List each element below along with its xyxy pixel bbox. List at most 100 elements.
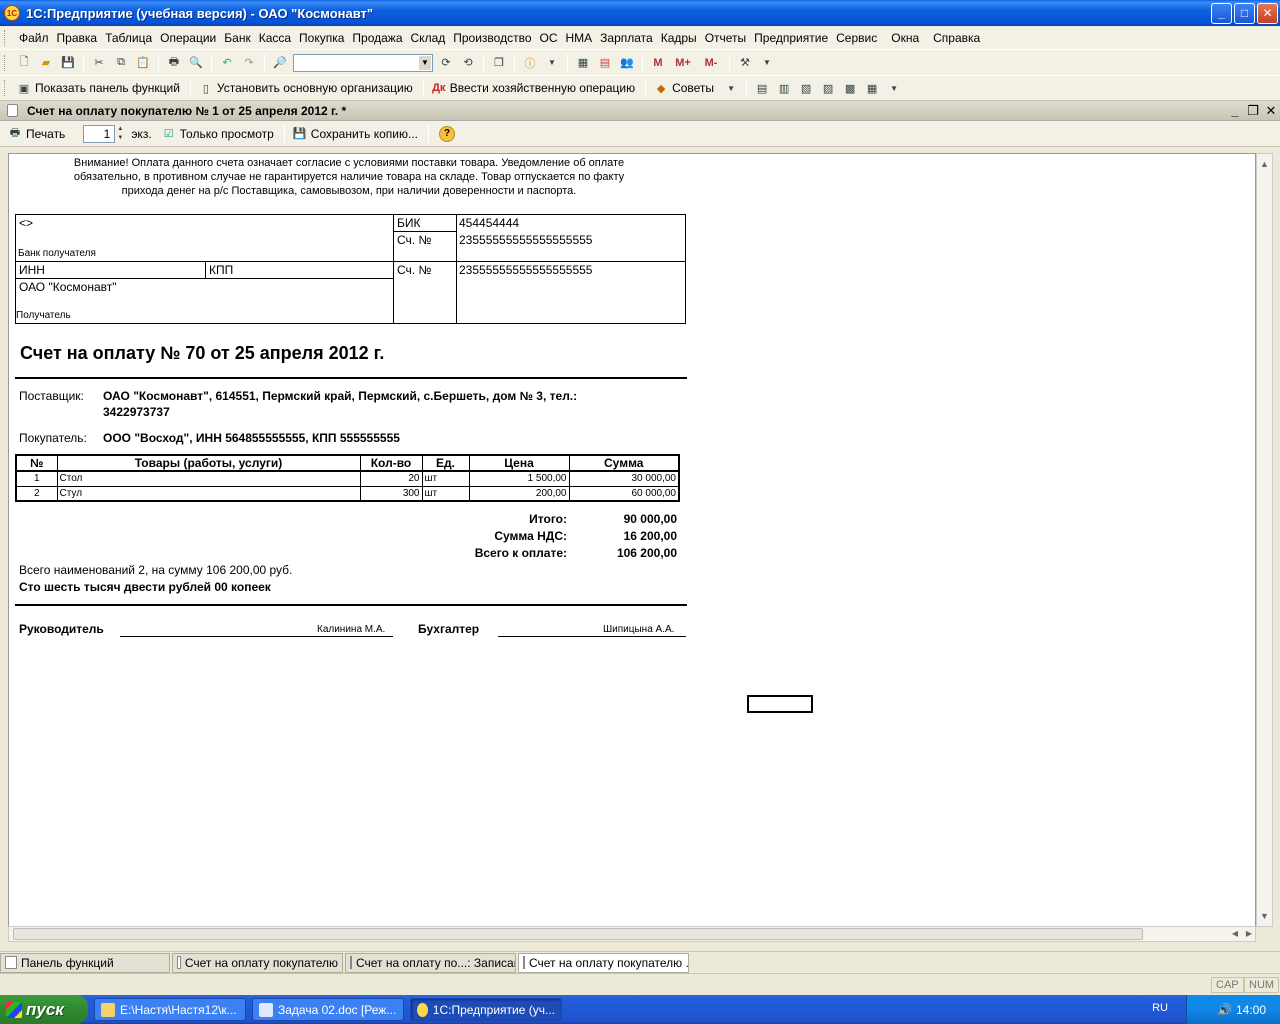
documents-icon[interactable]: ▩ [842, 80, 858, 96]
menu-operations[interactable]: Операции [156, 31, 220, 45]
menu-windows[interactable]: Окна [887, 31, 923, 45]
menu-edit[interactable]: Правка [53, 31, 102, 45]
save-copy-button[interactable]: Сохранить копию... [311, 127, 418, 141]
users-icon[interactable]: 👥 [619, 55, 635, 71]
nomenclature-icon[interactable]: ▨ [820, 80, 836, 96]
print-preview-icon[interactable]: 🔍 [188, 55, 204, 71]
tab-invoice-active[interactable]: Счет на оплату покупателю ... [518, 952, 689, 973]
window-title-bar[interactable]: 1С 1С:Предприятие (учебная версия) - ОАО… [0, 0, 1280, 26]
menu-fixed-assets[interactable]: ОС [536, 31, 562, 45]
spreadsheet-document[interactable]: Внимание! Оплата данного счета означает … [8, 153, 1256, 927]
task-explorer[interactable]: E:\Настя\Настя12\к... [94, 998, 246, 1021]
calculator-icon[interactable]: ▦ [575, 55, 591, 71]
menu-table[interactable]: Таблица [101, 31, 156, 45]
copy-icon[interactable]: ⧉ [113, 55, 129, 71]
menu-hr[interactable]: Кадры [657, 31, 701, 45]
print-icon[interactable]: 🖶 [166, 55, 182, 71]
copies-spinner[interactable]: ▲ ▼ [117, 125, 127, 143]
show-function-panel-button[interactable]: Показать панель функций [35, 81, 180, 95]
tab-function-panel[interactable]: Панель функций [0, 952, 170, 973]
menu-production[interactable]: Производство [449, 31, 535, 45]
readonly-toggle[interactable]: Только просмотр [180, 127, 274, 141]
print-button[interactable]: Печать [26, 127, 65, 141]
menu-sales[interactable]: Продажа [348, 31, 406, 45]
paste-icon[interactable]: 📋 [135, 55, 151, 71]
settings-icon[interactable]: ▦ [864, 80, 880, 96]
menu-purchase[interactable]: Покупка [295, 31, 348, 45]
menu-reports[interactable]: Отчеты [701, 31, 750, 45]
menu-warehouse[interactable]: Склад [407, 31, 450, 45]
calendar-icon[interactable]: ▤ [597, 55, 613, 71]
start-button[interactable]: пуск [0, 995, 88, 1024]
save-icon[interactable]: 💾 [60, 55, 76, 71]
tab-invoice-saved[interactable]: Счет на оплату по...: Записан [345, 952, 516, 973]
windows-icon[interactable]: ❐ [491, 55, 507, 71]
save-copy-icon[interactable]: 💾 [292, 126, 308, 142]
operation-icon[interactable]: Дк [431, 80, 447, 96]
language-indicator[interactable]: RU [1152, 1002, 1168, 1014]
selected-cell[interactable] [747, 695, 813, 713]
contractors-icon[interactable]: ▧ [798, 80, 814, 96]
memory-m-button[interactable]: M [650, 55, 666, 71]
search-icon[interactable]: 🔎 [272, 55, 288, 71]
info-icon[interactable]: ⓘ [522, 55, 538, 71]
undo-icon[interactable]: ↶ [219, 55, 235, 71]
document-title-bar[interactable]: Счет на оплату покупателю № 1 от 25 апре… [0, 101, 1280, 121]
report-icon[interactable]: ▤ [754, 80, 770, 96]
open-folder-icon[interactable]: ▰ [38, 55, 54, 71]
menu-service[interactable]: Сервис [832, 31, 881, 45]
organization-icon[interactable]: ▯ [198, 80, 214, 96]
scroll-thumb[interactable] [13, 928, 1143, 940]
vertical-scrollbar[interactable]: ▲ ▼ [1256, 153, 1273, 927]
print-icon[interactable]: 🖶 [7, 126, 23, 142]
tab-invoice-list[interactable]: Счет на оплату покупателю [172, 952, 343, 973]
doc-minimize-icon[interactable]: _ [1226, 103, 1244, 118]
menu-bank[interactable]: Банк [220, 31, 254, 45]
amount-in-words: Сто шесть тысяч двести рублей 00 копеек [19, 580, 271, 594]
journal-icon[interactable]: ▥ [776, 80, 792, 96]
memory-minus-button[interactable]: M- [700, 55, 722, 71]
redo-icon[interactable]: ↷ [241, 55, 257, 71]
scroll-down-icon[interactable]: ▼ [1257, 908, 1272, 924]
dropdown-arrow-icon[interactable]: ▼ [544, 55, 560, 71]
tools-icon[interactable]: ⚒ [737, 55, 753, 71]
set-main-organization-button[interactable]: Установить основную организацию [217, 81, 413, 95]
doc-close-icon[interactable]: ✕ [1262, 103, 1280, 119]
tips-button[interactable]: Советы [672, 81, 714, 95]
menu-help[interactable]: Справка [929, 31, 984, 45]
toolbar-grip[interactable] [4, 54, 7, 71]
dropdown-arrow-icon[interactable]: ▼ [723, 80, 739, 96]
find-next-icon[interactable]: ⟳ [438, 55, 454, 71]
memory-plus-button[interactable]: M+ [672, 55, 694, 71]
menu-cash[interactable]: Касса [255, 31, 295, 45]
task-word[interactable]: Задача 02.doc [Реж... [252, 998, 404, 1021]
tips-icon[interactable]: ◆ [653, 80, 669, 96]
horizontal-scrollbar[interactable]: ◀ ▶ [8, 926, 1256, 942]
enter-business-operation-button[interactable]: Ввести хозяйственную операцию [450, 81, 635, 95]
task-1c[interactable]: 1С:Предприятие (уч... [410, 998, 562, 1021]
scroll-up-icon[interactable]: ▲ [1257, 156, 1272, 172]
doc-restore-icon[interactable]: ❐ [1244, 103, 1262, 119]
cut-icon[interactable]: ✂ [91, 55, 107, 71]
menu-enterprise[interactable]: Предприятие [750, 31, 832, 45]
menu-salary[interactable]: Зарплата [596, 31, 657, 45]
separator [746, 79, 748, 97]
toolbar-grip[interactable] [4, 80, 7, 96]
menu-intangibles[interactable]: НМА [562, 31, 597, 45]
dropdown-arrow-icon[interactable]: ▼ [886, 80, 902, 96]
menu-file[interactable]: Файл [15, 31, 53, 45]
copies-input[interactable]: 1 [83, 124, 116, 143]
new-document-icon[interactable]: 🗋 [16, 55, 32, 71]
function-panel-icon[interactable]: ▣ [16, 80, 32, 96]
close-button[interactable]: ✕ [1257, 2, 1278, 24]
help-button[interactable]: ? [439, 125, 456, 142]
scroll-right-icon[interactable]: ▶ [1241, 927, 1257, 941]
minimize-button[interactable]: _ [1211, 2, 1232, 24]
dropdown-arrow-icon[interactable]: ▼ [759, 55, 775, 71]
volume-icon[interactable]: 🔊 [1217, 1003, 1232, 1017]
search-combo[interactable] [293, 53, 433, 72]
menu-grip[interactable] [4, 30, 7, 46]
readonly-checkbox-icon[interactable]: ☑ [161, 126, 177, 142]
maximize-button[interactable]: □ [1234, 2, 1255, 24]
find-prev-icon[interactable]: ⟲ [460, 55, 476, 71]
